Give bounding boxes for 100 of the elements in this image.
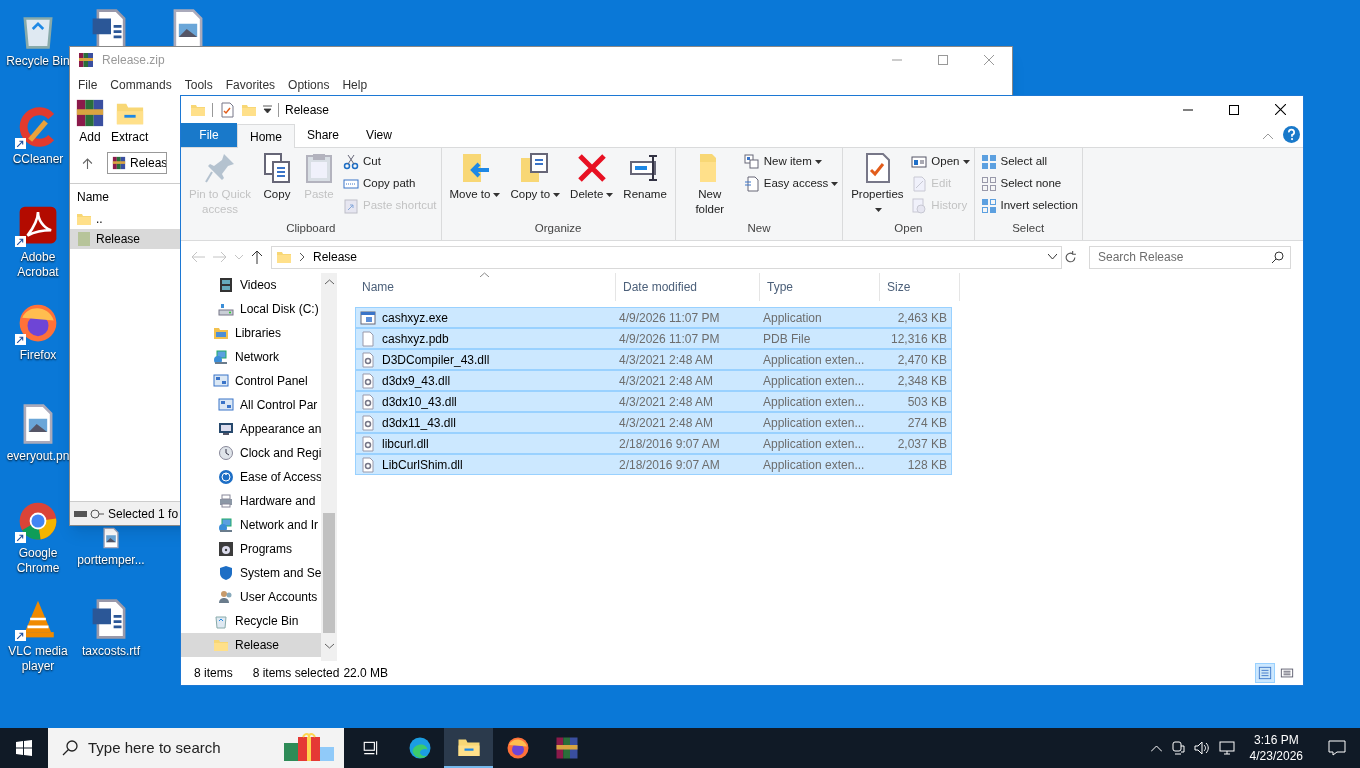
ribbon-tab[interactable]: File: [181, 123, 237, 147]
ribbon-button[interactable]: Open: [911, 151, 970, 173]
ribbon-button[interactable]: Copy: [257, 148, 297, 220]
nav-item[interactable]: All Control Par: [181, 393, 321, 417]
nav-item[interactable]: Local Disk (C:): [181, 297, 321, 321]
window-title: Release.zip: [102, 52, 165, 69]
column-header[interactable]: Date modified: [616, 273, 760, 301]
nav-item[interactable]: Ease of Access: [181, 465, 321, 489]
ribbon-button[interactable]: Copy to: [506, 148, 565, 220]
file-row[interactable]: d3dx10_43.dll 4/3/2021 2:48 AM Application exten... 503 KB: [355, 391, 952, 412]
address-bar[interactable]: Release: [271, 245, 1062, 269]
desktop-icon-label[interactable]: VLC media player: [3, 644, 73, 674]
file-row[interactable]: d3dx9_43.dll 4/3/2021 2:48 AM Application exten... 2,348 KB: [355, 370, 952, 391]
ribbon-button[interactable]: Easy access: [743, 173, 839, 195]
scroll-thumb[interactable]: [323, 513, 335, 633]
column-header[interactable]: Size: [880, 273, 960, 301]
dropdown-caret-icon: [606, 192, 614, 197]
nav-item[interactable]: Appearance an: [181, 417, 321, 441]
nav-item[interactable]: Network: [181, 345, 321, 369]
keys-icon: [74, 508, 104, 519]
network-monitor-icon[interactable]: [1218, 741, 1235, 755]
volume-icon[interactable]: [1193, 741, 1210, 755]
up-arrow-icon[interactable]: [251, 250, 263, 264]
ribbon-group-label: Open: [893, 220, 924, 236]
file-row[interactable]: libcurl.dll 2/18/2016 9:07 AM Application exten... 2,037 KB: [355, 433, 952, 454]
size-cell-text: 12,316 KB: [889, 330, 947, 348]
folder-icon: [76, 211, 92, 227]
column-header[interactable]: Name: [77, 187, 109, 206]
scrollbar[interactable]: [321, 273, 337, 661]
collapse-ribbon-icon[interactable]: [1263, 133, 1273, 139]
ribbon-button[interactable]: Delete: [566, 148, 618, 220]
search-input[interactable]: Search Release: [1098, 248, 1272, 266]
device-icon[interactable]: [1170, 741, 1185, 755]
search-field[interactable]: Search Release: [1089, 245, 1291, 269]
help-icon[interactable]: [1283, 126, 1300, 143]
show-hidden-icons-caret[interactable]: [1150, 744, 1162, 752]
scroll-down-icon[interactable]: [324, 643, 334, 649]
toolbar-button[interactable]: Extract: [111, 98, 149, 146]
file-row[interactable]: D3DCompiler_43.dll 4/3/2021 2:48 AM Application exten... 2,470 KB: [355, 349, 952, 370]
ribbon-button[interactable]: New folder: [679, 148, 740, 220]
nav-item[interactable]: Control Panel: [181, 369, 321, 393]
view-button[interactable]: [1255, 663, 1275, 683]
menu-item[interactable]: Options: [288, 76, 330, 94]
desktop-icon-label[interactable]: Google Chrome: [3, 546, 73, 576]
taskbar-search-field[interactable]: Type here to search: [48, 728, 344, 768]
menu-item[interactable]: Tools: [184, 76, 213, 94]
nav-item[interactable]: Programs: [181, 537, 321, 561]
task-view-icon: [361, 739, 380, 757]
nav-item[interactable]: Libraries: [181, 321, 321, 345]
nav-item[interactable]: Recycle Bin: [181, 609, 321, 633]
column-header[interactable]: Type: [760, 273, 880, 301]
file-row[interactable]: cashxyz.exe 4/9/2026 11:07 PM Application 2,463 KB: [355, 307, 952, 328]
file-row[interactable]: d3dx11_43.dll 4/3/2021 2:48 AM Application exten... 274 KB: [355, 412, 952, 433]
desktop-icon-label[interactable]: everyout.pn: [6, 449, 70, 464]
ribbon-button[interactable]: Rename: [619, 148, 671, 220]
nav-item[interactable]: Videos: [181, 273, 321, 297]
ribbon-button[interactable]: Properties: [847, 148, 908, 220]
clock[interactable]: 3:16 PM 4/23/2026: [1249, 732, 1303, 764]
up-arrow-icon[interactable]: [82, 157, 93, 169]
desktop-icon-label[interactable]: taxcosts.rtf: [82, 644, 140, 659]
maximize-icon[interactable]: [1229, 104, 1239, 115]
nav-item[interactable]: System and Se: [181, 561, 321, 585]
column-header[interactable]: Name: [355, 273, 616, 301]
notifications-icon[interactable]: [1328, 740, 1346, 756]
ribbon-button[interactable]: Select none: [980, 173, 1078, 195]
menu-item[interactable]: Favorites: [225, 76, 276, 94]
taskbar-app-button[interactable]: [444, 728, 493, 768]
dropdown-caret-icon[interactable]: [263, 105, 272, 114]
ribbon-tab[interactable]: Home: [237, 124, 295, 148]
menu-item[interactable]: Commands: [110, 76, 172, 94]
ribbon-button[interactable]: Move to: [445, 148, 505, 220]
nav-item[interactable]: Release: [181, 633, 321, 657]
ribbon-tab[interactable]: View: [351, 123, 407, 147]
desktop-icon-label[interactable]: Adobe Acrobat: [3, 250, 73, 280]
close-icon[interactable]: [1274, 104, 1286, 115]
nav-item[interactable]: Clock and Regi: [181, 441, 321, 465]
nav-item[interactable]: Network and Ir: [181, 513, 321, 537]
file-row[interactable]: cashxyz.pdb 4/9/2026 11:07 PM PDB File 12,316 KB: [355, 328, 952, 349]
desktop-icon-label[interactable]: porttemper...: [77, 553, 145, 568]
nav-item[interactable]: User Accounts: [181, 585, 321, 609]
ribbon-button[interactable]: Select all: [980, 151, 1078, 173]
refresh-icon[interactable]: [1064, 250, 1077, 264]
path-field[interactable]: Releas: [107, 152, 167, 174]
nav-item[interactable]: Hardware and: [181, 489, 321, 513]
ribbon-button[interactable]: New item: [743, 151, 839, 173]
menu-item[interactable]: File: [78, 76, 98, 94]
taskbar-search-input[interactable]: Type here to search: [88, 736, 258, 760]
file-row[interactable]: LibCurlShim.dll 2/18/2016 9:07 AM Application exten... 128 KB: [355, 454, 952, 475]
ribbon-button[interactable]: Copy path: [343, 173, 437, 195]
toolbar-button[interactable]: Add: [75, 98, 105, 146]
desktop-icon-label[interactable]: Firefox: [19, 348, 57, 363]
ribbon-button[interactable]: Cut: [343, 151, 437, 173]
menu-item[interactable]: Help: [342, 76, 368, 94]
archive-row[interactable]: Release: [70, 229, 180, 249]
ribbon-button[interactable]: Invert selection: [980, 195, 1078, 217]
ribbon-tab[interactable]: Share: [295, 123, 351, 147]
desktop-icon-label[interactable]: CCleaner: [12, 152, 64, 167]
gear-file-icon: [360, 351, 376, 368]
scroll-up-icon[interactable]: [324, 279, 334, 285]
desktop-icon-label[interactable]: Recycle Bin: [6, 54, 70, 69]
